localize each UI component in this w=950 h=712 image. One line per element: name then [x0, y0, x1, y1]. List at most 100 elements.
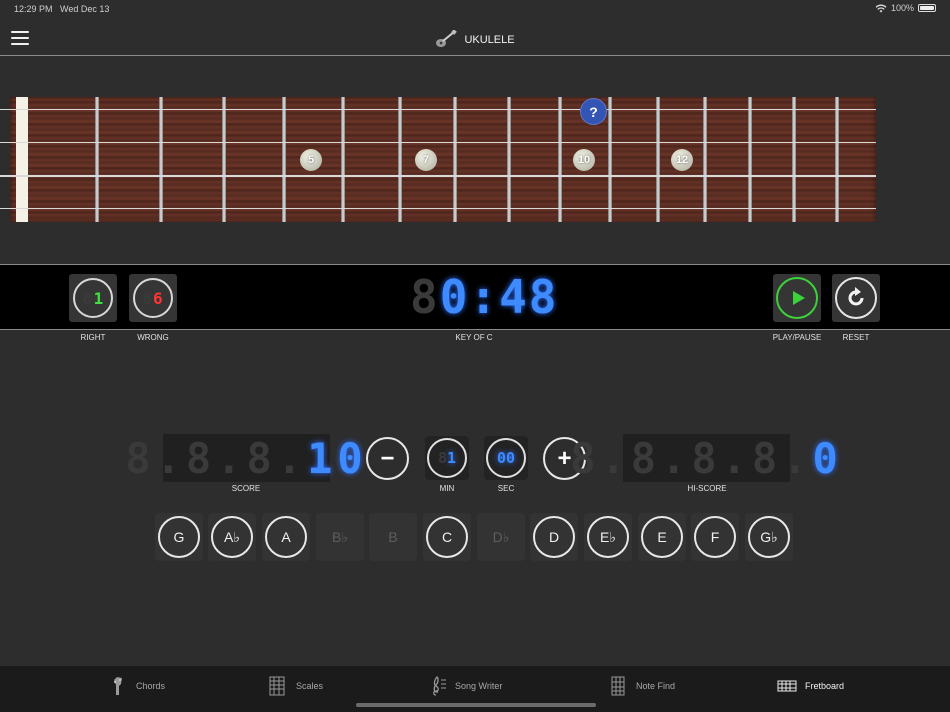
wrong-counter-ghost: 8: [142, 288, 153, 308]
fret: [507, 97, 511, 222]
tab-note-find-label: Note Find: [636, 681, 676, 691]
ukulele-icon: [436, 30, 458, 47]
tab-chords[interactable]: Chords: [108, 675, 165, 697]
note-button-label: B♭: [332, 528, 348, 545]
fret: [341, 97, 345, 222]
fret-grid-icon: [611, 676, 625, 696]
right-counter-ring: 88 1: [73, 278, 113, 318]
note-button-d[interactable]: D: [530, 513, 578, 561]
hiscore-value: 0: [812, 433, 843, 483]
timer-value: 0:48: [439, 270, 559, 324]
fretboard[interactable]: [10, 97, 876, 222]
hiscore-ghost-digits: 8.8.8.8.: [570, 433, 813, 483]
note-button-b-flat: B♭: [316, 513, 364, 561]
note-button-label: G: [158, 516, 200, 558]
play-ring: [776, 277, 818, 319]
note-button-label: E: [641, 516, 683, 558]
tab-fretboard-label: Fretboard: [805, 681, 845, 691]
reset-button[interactable]: [832, 274, 880, 322]
minus-button[interactable]: −: [366, 437, 409, 480]
note-button-a[interactable]: A: [262, 513, 310, 561]
tab-fretboard[interactable]: Fretboard: [777, 675, 844, 697]
battery-percent: 100%: [890, 3, 914, 13]
fret: [703, 97, 707, 222]
reset-label: RESET: [842, 333, 870, 342]
right-counter: 88 1: [69, 274, 117, 322]
right-counter-value: 1: [93, 288, 105, 308]
fret: [748, 97, 752, 222]
fretboard-nut: [16, 97, 28, 222]
note-button-f[interactable]: F: [691, 513, 739, 561]
note-button-b: B: [369, 513, 417, 561]
tab-scales-label: Scales: [296, 681, 324, 691]
seconds-display: 00: [484, 436, 528, 480]
wrong-label: WRONG: [137, 333, 169, 342]
note-button-label: F: [694, 516, 736, 558]
fret-inlay-10: 10: [573, 149, 595, 171]
note-button-label: A♭: [211, 516, 253, 558]
status-right: 100%: [875, 3, 936, 13]
note-button-label: D♭: [492, 528, 510, 545]
note-button-label: B: [388, 529, 398, 545]
string-a: [0, 109, 876, 110]
minutes-ring: 8 1: [427, 438, 467, 478]
wifi-icon: [875, 4, 887, 12]
fret: [159, 97, 163, 222]
countdown-timer: 8 0:48: [410, 267, 558, 327]
fret-inlay-5: 5: [300, 149, 322, 171]
scale-grid-icon: [269, 676, 285, 696]
fret: [95, 97, 99, 222]
fret: [558, 97, 562, 222]
status-bar: 12:29 PM Wed Dec 13 100%: [0, 0, 950, 18]
score-value: 10: [307, 433, 368, 483]
note-button-g[interactable]: G: [155, 513, 203, 561]
fret: [792, 97, 796, 222]
score-display: 8.8.8. 10: [125, 434, 362, 483]
string-e: [0, 142, 876, 143]
minutes-ghost-digit: 8: [437, 449, 447, 467]
note-button-e-flat[interactable]: E♭: [584, 513, 632, 561]
note-button-d-flat: D♭: [477, 513, 525, 561]
tab-song-writer-label: Song Writer: [455, 681, 503, 691]
hiscore-display: 8.8.8.8. 0: [570, 434, 838, 483]
page-title: UKULELE: [0, 30, 950, 48]
control-strip: 88 1 8 6 8 0:48: [0, 264, 950, 330]
note-button-e[interactable]: E: [638, 513, 686, 561]
seconds-ring: 00: [486, 438, 526, 478]
reset-icon: [848, 287, 864, 306]
fret-inlay-12: 12: [671, 149, 693, 171]
string-g: [0, 208, 876, 209]
home-indicator[interactable]: [356, 703, 596, 707]
tab-note-find[interactable]: Note Find: [608, 675, 675, 697]
question-note-marker: ?: [580, 98, 607, 125]
note-button-g-flat[interactable]: G♭: [745, 513, 793, 561]
clock-text: 12:29 PM: [14, 4, 53, 14]
wrong-counter-value: 6: [153, 288, 164, 308]
note-button-label: E♭: [587, 516, 629, 558]
note-button-c[interactable]: C: [423, 513, 471, 561]
timer-ghost-digit: 8: [410, 270, 440, 324]
fret: [608, 97, 612, 222]
wrong-counter: 8 6: [129, 274, 177, 322]
title-text: UKULELE: [464, 34, 515, 46]
score-label: SCORE: [231, 484, 261, 493]
score-ghost-digits: 8.8.8.: [125, 433, 308, 483]
fret-inlay-7: 7: [415, 149, 437, 171]
seconds-value: 00: [496, 449, 516, 467]
fretboard-icon: [777, 680, 797, 692]
wrong-counter-ring: 8 6: [133, 278, 173, 318]
minutes-value: 1: [447, 449, 457, 467]
note-button-a-flat[interactable]: A♭: [208, 513, 256, 561]
battery-icon: [918, 4, 936, 12]
tab-scales[interactable]: Scales: [268, 675, 323, 697]
string-c: [0, 175, 876, 177]
play-icon: [793, 291, 805, 305]
nav-bar: UKULELE: [0, 18, 950, 56]
note-button-label: C: [426, 516, 468, 558]
play-pause-button[interactable]: [773, 274, 821, 322]
fret: [282, 97, 286, 222]
tab-chords-label: Chords: [136, 681, 166, 691]
key-label: KEY OF C: [455, 333, 493, 342]
note-button-label: A: [265, 516, 307, 558]
tab-song-writer[interactable]: Song Writer: [427, 675, 502, 697]
